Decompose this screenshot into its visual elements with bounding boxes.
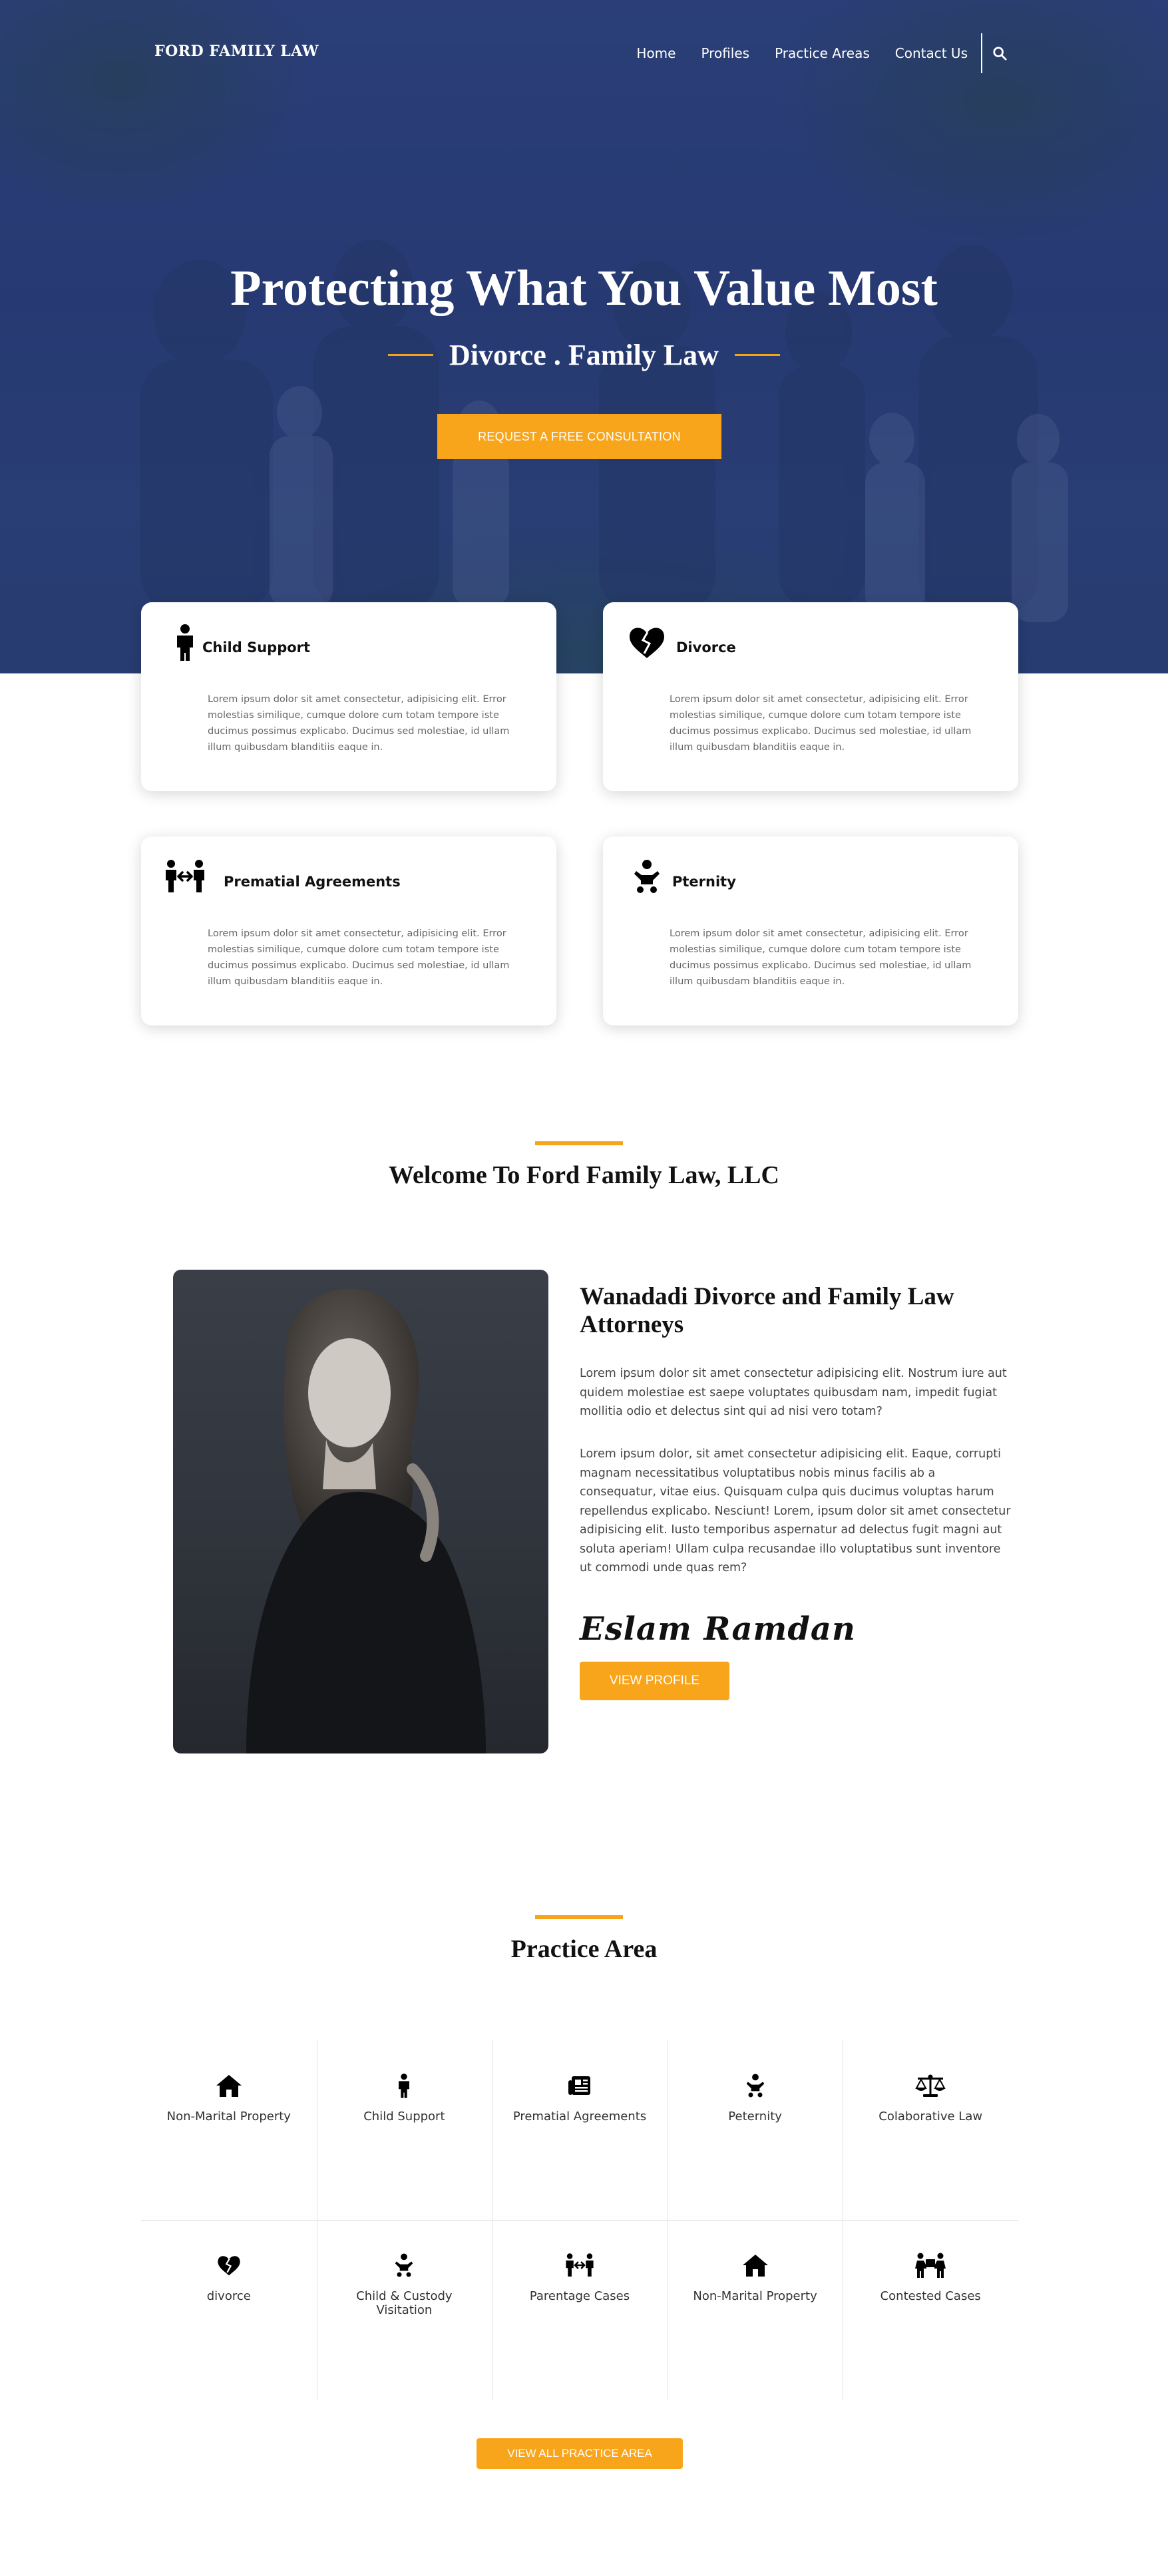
hero-section: FORD FAMILY LAW Home Profiles Practice A…: [0, 0, 1168, 673]
practice-item-contested-cases[interactable]: Contested Cases: [843, 2220, 1018, 2400]
main-nav: Home Profiles Practice Areas Contact Us: [636, 33, 1013, 73]
nav-profiles[interactable]: Profiles: [701, 45, 749, 61]
card-title: Prematial Agreements: [224, 874, 401, 890]
practice-item-divorce[interactable]: divorce: [141, 2220, 317, 2400]
subtitle-line-left: [388, 354, 434, 356]
practice-heading: Practice Area: [510, 1935, 658, 1963]
service-card-child-support[interactable]: Child Support Lorem ipsum dolor sit amet…: [141, 602, 556, 791]
nav-contact-us[interactable]: Contact Us: [895, 45, 968, 61]
search-icon[interactable]: [986, 40, 1013, 67]
balance-scale-icon: [843, 2071, 1018, 2100]
baby-icon: [317, 2251, 492, 2280]
practice-item-label: Child & Custody Visitation: [356, 2289, 453, 2317]
about-paragraph-1: Lorem ipsum dolor sit amet consectetur a…: [580, 1367, 1007, 1418]
view-all-practice-area-button[interactable]: VIEW ALL PRACTICE AREA: [477, 2438, 683, 2469]
practice-item-label: Colaborative Law: [878, 2110, 983, 2123]
card-text: Lorem ipsum dolor sit amet consectetur, …: [670, 928, 972, 987]
section-accent-bar: [535, 1915, 623, 1919]
section-accent-bar: [535, 1141, 623, 1145]
home-icon: [668, 2251, 843, 2280]
people-arrows-icon: [164, 856, 206, 896]
practice-item-label: divorce: [206, 2289, 251, 2303]
about-title: Wanadadi Divorce and Family Law Attorney…: [580, 1283, 954, 1338]
service-card-divorce[interactable]: Divorce Lorem ipsum dolor sit amet conse…: [603, 602, 1018, 791]
practice-item-child-custody-visitation[interactable]: Child & Custody Visitation: [317, 2220, 492, 2400]
hero-title: Protecting What You Value Most: [230, 260, 938, 316]
baby-icon: [626, 856, 668, 896]
card-title: Child Support: [202, 640, 311, 655]
baby-icon: [668, 2071, 843, 2100]
people-carry-icon: [843, 2251, 1018, 2280]
signature: Eslam Ramdan: [580, 1610, 856, 1648]
card-text: Lorem ipsum dolor sit amet consectetur, …: [208, 694, 510, 753]
child-icon: [317, 2071, 492, 2100]
child-icon: [164, 622, 206, 662]
people-arrows-icon: [492, 2251, 668, 2280]
practice-item-prematial-agreements[interactable]: Prematial Agreements: [492, 2040, 668, 2220]
card-text: Lorem ipsum dolor sit amet consectetur, …: [670, 694, 972, 753]
broken-heart-icon: [626, 622, 668, 662]
hero-subtitle-text: Divorce . Family Law: [449, 339, 719, 371]
practice-item-label: Non-Marital Property: [693, 2289, 817, 2303]
practice-item-peternity[interactable]: Peternity: [668, 2040, 843, 2220]
attorney-photo: [173, 1270, 548, 1753]
subtitle-line-right: [734, 354, 780, 356]
nav-divider: [981, 33, 982, 73]
practice-item-colaborative-law[interactable]: Colaborative Law: [843, 2040, 1018, 2220]
practice-grid: Non-Marital Property Child Support Prema…: [141, 2040, 1018, 2400]
newspaper-icon: [492, 2071, 668, 2100]
practice-item-label: Prematial Agreements: [512, 2110, 647, 2123]
practice-item-label: Child Support: [363, 2110, 445, 2123]
welcome-heading: Welcome To Ford Family Law, LLC: [389, 1161, 779, 1189]
practice-item-label: Peternity: [728, 2110, 782, 2123]
hero-subtitle: Divorce . Family Law: [0, 338, 1168, 372]
practice-item-label: Contested Cases: [880, 2289, 981, 2303]
navbar: FORD FAMILY LAW Home Profiles Practice A…: [154, 33, 1013, 73]
card-title: Pternity: [672, 874, 736, 890]
nav-home[interactable]: Home: [636, 45, 676, 61]
practice-item-label: Non-Marital Property: [166, 2110, 291, 2123]
card-title: Divorce: [676, 640, 736, 655]
practice-item-non-marital-property[interactable]: Non-Marital Property: [141, 2040, 317, 2220]
home-icon: [141, 2071, 317, 2100]
service-card-pternity[interactable]: Pternity Lorem ipsum dolor sit amet cons…: [603, 836, 1018, 1025]
brand-logo[interactable]: FORD FAMILY LAW: [154, 43, 319, 60]
nav-practice-areas[interactable]: Practice Areas: [775, 45, 870, 61]
practice-item-label: Parentage Cases: [529, 2289, 630, 2303]
practice-item-non-marital-property-2[interactable]: Non-Marital Property: [668, 2220, 843, 2400]
free-consultation-button[interactable]: REQUEST A FREE CONSULTATION: [437, 414, 721, 459]
broken-heart-icon: [141, 2251, 317, 2280]
card-text: Lorem ipsum dolor sit amet consectetur, …: [208, 928, 510, 987]
service-card-prematial-agreements[interactable]: Prematial Agreements Lorem ipsum dolor s…: [141, 836, 556, 1025]
practice-item-parentage-cases[interactable]: Parentage Cases: [492, 2220, 668, 2400]
hero-overlay: [0, 0, 1168, 673]
view-profile-button[interactable]: VIEW PROFILE: [580, 1662, 729, 1700]
about-paragraph-2: Lorem ipsum dolor, sit amet consectetur …: [580, 1447, 1011, 1574]
practice-item-child-support[interactable]: Child Support: [317, 2040, 492, 2220]
